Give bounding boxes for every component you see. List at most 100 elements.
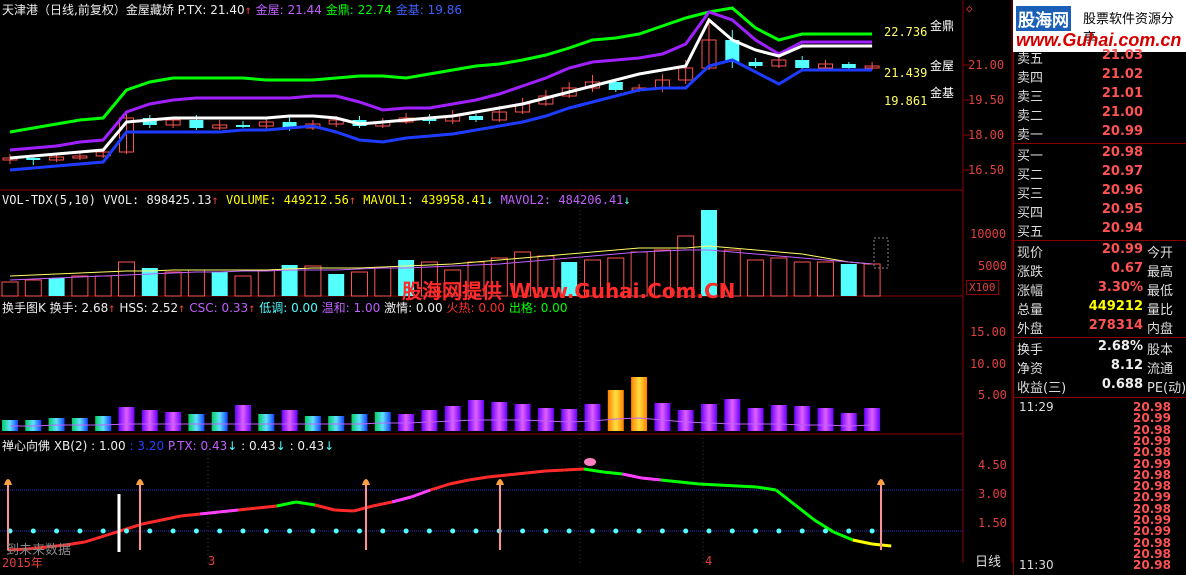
turn-tick-3: 5.00 — [978, 388, 1007, 402]
buddha-v5: : 0.43 — [289, 439, 325, 453]
buddha-dot — [357, 528, 362, 534]
volume-bar — [234, 275, 252, 297]
ask-row[interactable]: 卖一 20.99 — [1017, 124, 1185, 143]
vol-tick-2: 5000 — [978, 259, 1007, 273]
buddha-line — [276, 500, 297, 508]
stats-row[interactable]: 换手 2.68% 股本 — [1017, 339, 1185, 358]
buddha-line — [429, 482, 451, 492]
buddha-dot — [636, 528, 642, 534]
logo-brand: 股海网 — [1016, 6, 1071, 31]
buddha-tick-3: 1.50 — [978, 516, 1007, 530]
jinji-tag: 金基 — [930, 86, 955, 100]
up-arrow-icon: ↑ — [178, 301, 186, 315]
turnover-bar — [584, 404, 601, 431]
up-arrow-icon: ↑ — [211, 193, 219, 207]
volume-bar — [141, 268, 158, 296]
quote-row[interactable]: 涨跌 0.67 最高 — [1017, 261, 1185, 280]
buddha-dot — [310, 528, 316, 534]
volume-bar — [94, 275, 112, 297]
tick-row: 11:30 20.98 — [1017, 558, 1185, 572]
buddha-line — [718, 483, 738, 488]
bid-row[interactable]: 买一 20.98 — [1017, 145, 1185, 164]
time-month-4: 4 — [705, 554, 713, 568]
buddha-dot — [753, 528, 759, 534]
row-label: 总量 — [1017, 303, 1044, 318]
row-label: 净资 — [1017, 362, 1044, 377]
jinding-line — [9, 6, 873, 134]
turnover-bar — [561, 409, 578, 431]
buddha-dot — [240, 528, 246, 534]
stats-row[interactable]: 收益(三) 0.688 PE(动) — [1017, 377, 1186, 396]
quote-row[interactable]: 外盘 278314 内盘 — [1017, 318, 1185, 337]
jinding-label: 金鼎: 22.74 — [325, 3, 392, 17]
bid-row[interactable]: 买五 20.94 — [1017, 221, 1185, 240]
row-value: 20.95 — [1101, 202, 1143, 217]
down-arrow-icon: ↓ — [324, 439, 335, 453]
mavol1-line — [9, 245, 873, 277]
divider — [1013, 143, 1186, 144]
row-value: 2.68% — [1097, 339, 1143, 354]
candle-body — [795, 60, 810, 68]
buddha-tick-1: 4.50 — [978, 458, 1007, 472]
period-label[interactable]: 日线 — [975, 551, 1001, 570]
buddha-tick-2: 3.00 — [978, 487, 1007, 501]
row-label: 买三 — [1017, 187, 1044, 202]
tick-row: 20.99 — [1017, 490, 1185, 504]
buddha-line — [775, 488, 797, 507]
volume-bar — [24, 279, 42, 297]
divider — [1013, 397, 1186, 398]
buddha-line — [410, 488, 431, 499]
buddha-line — [660, 478, 681, 484]
divider — [1013, 240, 1186, 241]
row-label: 现价 — [1017, 246, 1044, 261]
turnover-bar — [188, 414, 205, 431]
buddha-line — [794, 503, 816, 522]
tick-row: 20.99 — [1017, 457, 1185, 471]
buddha-dot — [613, 528, 619, 534]
tick-row: 20.98 — [1017, 468, 1185, 482]
turnover-bar — [211, 412, 228, 431]
turnover-bar — [258, 414, 275, 431]
row-value: 21.02 — [1101, 67, 1143, 82]
buddha-line — [238, 506, 258, 512]
ask-row[interactable]: 卖二 21.00 — [1017, 105, 1185, 124]
row-label2: 最高 — [1147, 265, 1174, 280]
row-label: 收益(三) — [1017, 381, 1067, 396]
buddha-line — [468, 475, 489, 482]
bid-row[interactable]: 买三 20.96 — [1017, 183, 1185, 202]
buddha-dot — [147, 528, 153, 534]
ask-row[interactable]: 卖三 21.01 — [1017, 86, 1185, 105]
tick-row: 20.98 — [1017, 502, 1185, 516]
ask-row[interactable]: 卖四 21.02 — [1017, 67, 1185, 86]
buddha-dot — [380, 528, 386, 534]
csc-value: CSC: 0.33 — [189, 301, 249, 315]
buddha-line — [622, 472, 642, 480]
tick-row: 20.99 — [1017, 434, 1185, 448]
buddha-line — [199, 510, 220, 516]
flame-icon — [496, 479, 504, 485]
row-label2: 今开 — [1147, 246, 1174, 261]
quote-row[interactable]: 涨幅 3.30% 最低 — [1017, 280, 1185, 299]
bid-row[interactable]: 买二 20.97 — [1017, 164, 1185, 183]
turnover-bar — [95, 416, 112, 431]
bid-row[interactable]: 买四 20.95 — [1017, 202, 1185, 221]
ask-row[interactable]: 卖五 21.03 — [1017, 48, 1185, 67]
volume-bar — [48, 278, 65, 296]
row-value: 21.03 — [1101, 48, 1143, 63]
stats-row[interactable]: 净资 8.12 流通 — [1017, 358, 1185, 377]
vol-header: VOL-TDX(5,10) VVOL: 898425.13 — [2, 193, 212, 207]
turnover-bar — [701, 404, 717, 431]
flame-icon — [136, 479, 144, 485]
row-label2: 量比 — [1147, 303, 1174, 318]
turnover-bar — [468, 400, 484, 431]
row-label: 卖二 — [1017, 109, 1044, 124]
quote-row[interactable]: 总量 449212 量比 — [1017, 299, 1185, 318]
turnover-bar — [537, 408, 554, 431]
tick-row: 20.98 — [1017, 536, 1185, 550]
volume-bar — [793, 261, 811, 297]
buddha-line — [603, 470, 623, 476]
quote-row[interactable]: 现价 20.99 今开 — [1017, 242, 1185, 261]
buddha-line — [641, 476, 661, 482]
jinwu-line — [9, 10, 873, 152]
buddha-dot — [729, 528, 735, 534]
